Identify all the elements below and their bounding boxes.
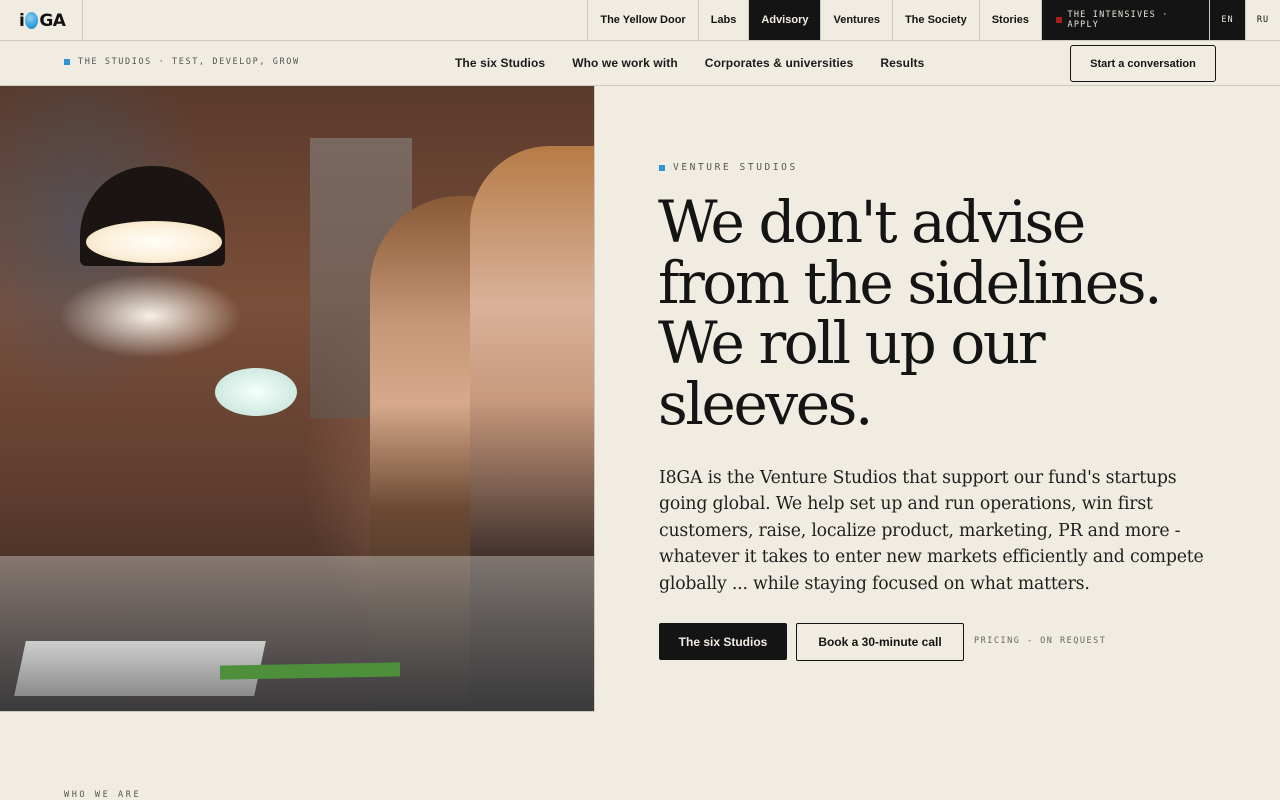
nav-ventures[interactable]: Ventures	[820, 0, 891, 40]
subnav-results[interactable]: Results	[880, 56, 924, 70]
subnav-corporates-universities[interactable]: Corporates & universities	[705, 56, 854, 70]
studios-kicker: THE STUDIOS · TEST, DEVELOP, GROW	[64, 57, 300, 67]
studios-kicker-text: THE STUDIOS · TEST, DEVELOP, GROW	[78, 57, 300, 67]
main-nav: The Yellow Door Labs Advisory Ventures T…	[587, 0, 1280, 40]
blue-square-icon	[659, 164, 665, 171]
pricing-note: PRICING - ON REQUEST	[974, 636, 1107, 646]
six-studios-button[interactable]: The six Studios	[659, 623, 787, 660]
logo-letter-i: i	[19, 11, 25, 31]
lang-en[interactable]: EN	[1209, 0, 1245, 40]
nav-labs[interactable]: Labs	[697, 0, 749, 40]
nav-advisory[interactable]: Advisory	[748, 0, 821, 40]
headline-line-3: We roll up our	[658, 309, 1046, 377]
intensives-apply-link[interactable]: THE INTENSIVES · APPLY	[1041, 0, 1209, 40]
nav-the-society[interactable]: The Society	[891, 0, 979, 40]
book-call-button[interactable]: Book a 30-minute call	[796, 623, 964, 661]
top-navigation: i GA The Yellow Door Labs Advisory Ventur…	[0, 0, 1280, 41]
logo-letters-ga: GA	[39, 11, 66, 31]
subnav-who-we-work-with[interactable]: Who we work with	[572, 56, 678, 70]
logo-eight-mark	[25, 12, 39, 29]
i8ga-logo[interactable]: i GA	[19, 9, 66, 31]
who-we-are-kicker: WHO WE ARE	[64, 790, 142, 800]
headline-line-4: sleeves.	[658, 369, 873, 438]
headline-line-1: We don't advise	[658, 188, 1086, 256]
blue-square-icon	[64, 59, 70, 65]
hero-lede: I8GA is the Venture Studios that support…	[659, 468, 1204, 594]
red-square-icon	[1056, 17, 1062, 23]
nav-stories[interactable]: Stories	[978, 0, 1041, 40]
logo-cell: i GA	[0, 0, 83, 40]
photo-second-lamp	[215, 368, 297, 416]
nav-the-yellow-door[interactable]: The Yellow Door	[587, 0, 697, 40]
studios-subnav: The six Studios Who we work with Corpora…	[455, 56, 924, 70]
hero-kicker: VENTURE STUDIOS	[659, 162, 798, 173]
headline-line-2: from the sidelines.	[658, 248, 1163, 317]
intensives-label: THE INTENSIVES · APPLY	[1067, 10, 1169, 30]
hero-headline: We don't advise from the sidelines. We r…	[658, 192, 1218, 434]
start-conversation-button[interactable]: Start a conversation	[1070, 45, 1216, 82]
photo-lamp-glow	[86, 221, 222, 263]
studios-subnav-bar: THE STUDIOS · TEST, DEVELOP, GROW The si…	[0, 41, 1280, 86]
subnav-six-studios[interactable]: The six Studios	[455, 56, 545, 70]
hero-kicker-text: VENTURE STUDIOS	[673, 162, 798, 173]
hero-photo	[0, 86, 595, 712]
lang-ru[interactable]: RU	[1245, 0, 1280, 40]
